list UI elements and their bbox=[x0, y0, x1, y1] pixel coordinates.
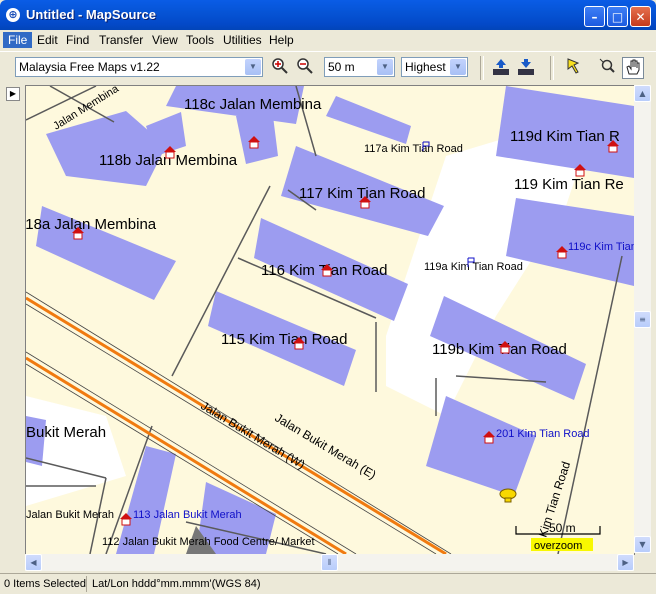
select-tool-icon[interactable] bbox=[562, 57, 584, 79]
coordinate-format-status: Lat/Lon hddd°mm.mmm'(WGS 84) bbox=[92, 578, 261, 590]
vertical-scroll-thumb[interactable]: ≡ bbox=[634, 311, 651, 328]
menu-find[interactable]: Find bbox=[61, 32, 94, 48]
building-label: 119a Kim Tian Road bbox=[424, 261, 523, 273]
chevron-down-icon[interactable]: ▼ bbox=[450, 59, 466, 75]
zoom-select[interactable]: 50 m ▼ bbox=[324, 57, 395, 77]
toolbar-separator bbox=[550, 56, 554, 80]
chevron-down-icon[interactable]: ▼ bbox=[377, 59, 393, 75]
chevron-down-icon[interactable]: ▼ bbox=[245, 59, 261, 75]
toolbar: Malaysia Free Maps v1.22 ▼ 50 m ▼ Highes… bbox=[0, 51, 656, 84]
expand-panel-button[interactable]: ▶ bbox=[6, 87, 20, 101]
detail-select[interactable]: Highest ▼ bbox=[401, 57, 468, 77]
zoom-in-icon[interactable] bbox=[269, 57, 291, 79]
window-title: Untitled - MapSource bbox=[26, 7, 157, 22]
menu-file[interactable]: File bbox=[3, 32, 33, 48]
menu-utilities[interactable]: Utilities bbox=[218, 32, 267, 48]
app-icon: ⊕ bbox=[6, 8, 20, 22]
building-label: 117a Kim Tian Road bbox=[364, 143, 463, 155]
building-label: 118a Jalan Membina bbox=[26, 216, 157, 233]
overzoom-label: overzoom bbox=[534, 540, 582, 552]
horizontal-scrollbar[interactable]: ◀ ⦀ ▶ bbox=[25, 554, 634, 571]
road-label: Bukit Merah bbox=[26, 424, 106, 441]
menu-bar: File Edit Find Transfer View Tools Utili… bbox=[0, 30, 656, 50]
map-canvas[interactable]: Jalan Membina Jalan Bukit Merah (W) Jala… bbox=[26, 86, 634, 554]
building-label: 119b Kim Tian Road bbox=[432, 341, 567, 358]
building-label: 118c Jalan Membina bbox=[184, 96, 322, 113]
menu-view[interactable]: View bbox=[147, 32, 183, 48]
toolbar-separator bbox=[480, 56, 484, 80]
scale-label: 50 m bbox=[549, 521, 576, 535]
title-bar[interactable]: ⊕ Untitled - MapSource – □ ✕ bbox=[0, 0, 656, 30]
horizontal-scroll-thumb[interactable]: ⦀ bbox=[321, 554, 338, 571]
building-label: 119c Kim Tian bbox=[568, 241, 634, 253]
minimize-button[interactable]: – bbox=[584, 6, 605, 27]
menu-help[interactable]: Help bbox=[264, 32, 299, 48]
menu-transfer[interactable]: Transfer bbox=[94, 32, 148, 48]
scroll-down-button[interactable]: ▼ bbox=[634, 536, 651, 553]
send-to-device-icon[interactable] bbox=[515, 57, 537, 79]
scroll-right-button[interactable]: ▶ bbox=[617, 554, 634, 571]
vertical-scrollbar[interactable]: ▲ ≡ ▼ bbox=[634, 85, 651, 553]
app-window: ⊕ Untitled - MapSource – □ ✕ File Edit F… bbox=[0, 0, 656, 594]
map-product-value: Malaysia Free Maps v1.22 bbox=[19, 60, 160, 74]
menu-edit[interactable]: Edit bbox=[32, 32, 63, 48]
road-label: Jalan Bukit Merah bbox=[26, 509, 114, 521]
building-label: 201 Kim Tian Road bbox=[496, 428, 590, 440]
menu-tools[interactable]: Tools bbox=[181, 32, 219, 48]
scroll-left-button[interactable]: ◀ bbox=[25, 554, 42, 571]
zoom-tool-icon[interactable] bbox=[596, 57, 618, 79]
map-product-select[interactable]: Malaysia Free Maps v1.22 ▼ bbox=[15, 57, 263, 77]
detail-value: Highest bbox=[405, 60, 446, 74]
receive-from-device-icon[interactable] bbox=[490, 57, 512, 79]
building-label: 119 Kim Tian Re bbox=[514, 176, 624, 193]
status-bar: 0 Items Selected Lat/Lon hddd°mm.mmm'(WG… bbox=[0, 573, 656, 594]
map-view[interactable]: Jalan Membina Jalan Bukit Merah (W) Jala… bbox=[25, 85, 635, 555]
zoom-value: 50 m bbox=[328, 60, 355, 74]
building-label: 115 Kim Tian Road bbox=[221, 331, 347, 348]
pan-hand-icon[interactable] bbox=[622, 57, 644, 79]
scroll-up-button[interactable]: ▲ bbox=[634, 85, 651, 102]
building-label: 112 Jalan Bukit Merah Food Centre/ Marke… bbox=[102, 536, 315, 548]
building-label: 119d Kim Tian R bbox=[510, 128, 620, 145]
close-button[interactable]: ✕ bbox=[630, 6, 651, 27]
selection-status: 0 Items Selected bbox=[0, 576, 87, 592]
zoom-out-icon[interactable] bbox=[294, 57, 316, 79]
building-label: 113 Jalan Bukit Merah bbox=[133, 509, 242, 521]
maximize-button[interactable]: □ bbox=[607, 6, 628, 27]
side-panel-collapsed: ▶ bbox=[0, 84, 24, 554]
